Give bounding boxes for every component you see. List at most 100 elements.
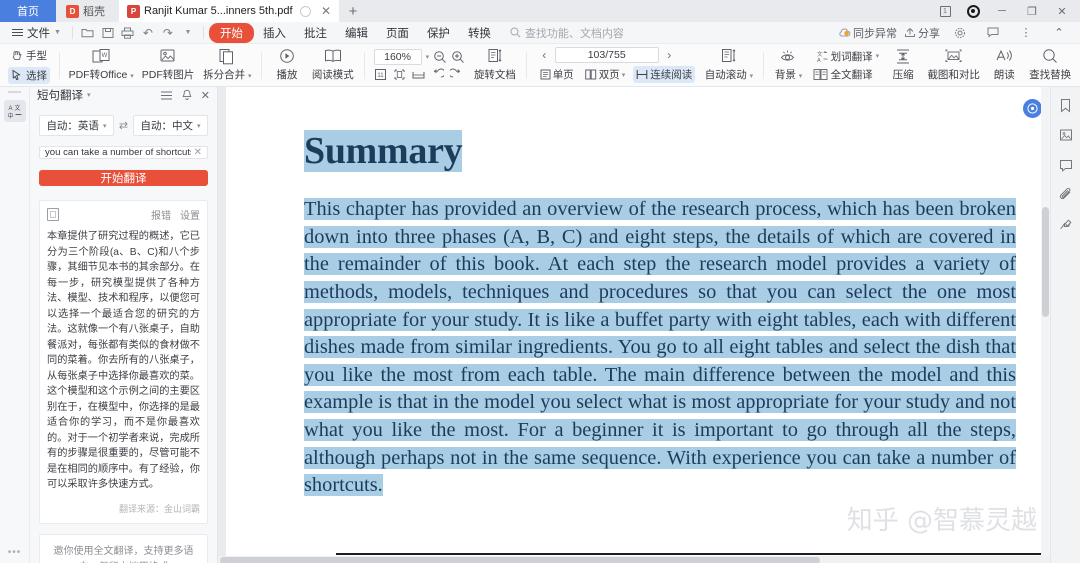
settings-gear-icon[interactable] <box>947 22 973 44</box>
hand-tool-button[interactable]: 手型 <box>8 47 50 64</box>
vertical-scrollbar[interactable] <box>1041 87 1050 556</box>
pdf-to-image-button[interactable]: PDF转图片 <box>137 48 198 82</box>
signature-icon[interactable] <box>1058 217 1074 233</box>
chevron-down-icon[interactable]: ▾ <box>87 91 91 99</box>
double-page-button[interactable]: 双页 ▾ <box>582 66 629 83</box>
prev-page-button[interactable]: ‹ <box>537 48 552 62</box>
zoom-level-input[interactable]: 160% <box>373 49 422 65</box>
history-icon[interactable] <box>160 90 173 101</box>
rail-handle[interactable] <box>8 91 21 93</box>
split-merge-label: 拆分合并 <box>203 69 246 81</box>
document-viewer[interactable]: Summary This chapter has provided an ove… <box>218 87 1050 563</box>
clear-input-icon[interactable]: ✕ <box>194 147 202 158</box>
pdf-to-office-button[interactable]: W PDF转Office ▾ <box>65 48 138 82</box>
zoom-out-icon[interactable] <box>433 51 447 64</box>
translate-source-input[interactable]: you can take a number of shortcuts. ✕ <box>39 146 208 159</box>
print-icon[interactable] <box>118 24 138 42</box>
record-icon[interactable] <box>960 0 986 22</box>
vertical-scroll-thumb[interactable] <box>1042 207 1049 317</box>
open-folder-icon[interactable] <box>78 24 98 42</box>
undo-icon[interactable]: ↶ <box>138 24 158 42</box>
collapse-ribbon-icon[interactable]: ⌃ <box>1046 22 1072 44</box>
assistant-icon[interactable] <box>1023 99 1042 118</box>
find-replace-button[interactable]: 查找替换 <box>1024 48 1076 82</box>
comment-icon[interactable] <box>1058 157 1074 173</box>
save-icon[interactable] <box>98 24 118 42</box>
minimize-button[interactable]: ─ <box>988 0 1016 22</box>
ribbon-tab-start[interactable]: 开始 <box>208 22 254 43</box>
tab-close-icon[interactable]: ✕ <box>320 5 333 17</box>
chevron-down-icon: ▾ <box>248 73 252 80</box>
auto-scroll-button[interactable]: 自动滚动 ▾ <box>700 48 758 82</box>
panel-icon[interactable]: 1 <box>932 0 958 22</box>
share-button[interactable]: 分享 <box>904 25 940 41</box>
attachment-icon[interactable] <box>1058 187 1074 203</box>
rotate-left-icon[interactable] <box>431 68 445 81</box>
rotate-right-icon[interactable] <box>450 68 464 81</box>
notify-bell-icon[interactable] <box>181 89 193 101</box>
full-translate-label: 全文翻译 <box>830 68 873 81</box>
zoom-in-icon[interactable] <box>451 51 465 64</box>
rail-more-button[interactable]: ••• <box>0 547 29 558</box>
fit-page-icon[interactable]: 11 <box>374 68 388 81</box>
chevron-down-icon[interactable]: ▾ <box>426 53 430 61</box>
tab-document[interactable]: P Ranjit Kumar 5...inners 5th.pdf ✕ <box>119 0 339 22</box>
next-page-button[interactable]: › <box>662 48 677 62</box>
maximize-button[interactable]: ❐ <box>1018 0 1046 22</box>
ribbon-tab-insert[interactable]: 插入 <box>254 24 295 42</box>
play-icon <box>278 48 296 65</box>
word-translate-icon: 文A <box>817 50 828 63</box>
ribbon-tab-convert[interactable]: 转换 <box>459 24 500 42</box>
continuous-read-button[interactable]: 连续阅读 <box>633 66 696 83</box>
tab-home[interactable]: 首页 <box>0 0 56 22</box>
sync-status-button[interactable]: 同步异常 <box>838 25 897 41</box>
target-language-select[interactable]: 自动：中文 ▾ <box>133 115 208 136</box>
new-tab-button[interactable]: + <box>338 0 368 22</box>
redo-icon[interactable]: ↷ <box>158 24 178 42</box>
split-merge-button[interactable]: 拆分合并 ▾ <box>199 48 257 82</box>
horizontal-scrollbar[interactable] <box>218 556 1050 563</box>
close-window-button[interactable]: ✕ <box>1048 0 1076 22</box>
find-replace-label: 查找替换 <box>1029 69 1072 81</box>
tab-docer[interactable]: D 稻壳 <box>56 0 119 22</box>
source-language-select[interactable]: 自动：英语 ▾ <box>39 115 114 136</box>
page-number-input[interactable]: 103/755 <box>554 47 659 63</box>
translate-settings-link[interactable]: 设置 <box>180 207 200 222</box>
full-translate-button[interactable]: 全文翻译 <box>813 67 880 82</box>
screenshot-compare-button[interactable]: 截图和对比 <box>923 48 984 82</box>
select-tool-button[interactable]: 选择 <box>8 66 50 84</box>
word-translate-button[interactable]: 文A 划词翻译 ▾ <box>813 49 880 64</box>
fit-width-icon[interactable] <box>393 68 407 81</box>
single-page-button[interactable]: 单页 <box>537 66 577 83</box>
horizontal-scroll-thumb[interactable] <box>220 557 820 563</box>
thumbnail-icon[interactable] <box>1058 127 1074 143</box>
background-button[interactable]: 背景 ▾ <box>769 48 809 82</box>
promo-text: 邀你使用全文翻译，支持更多语言；保留文档原格式 <box>53 545 194 563</box>
play-button[interactable]: 播放 <box>267 48 307 82</box>
ribbon-tab-edit[interactable]: 编辑 <box>336 24 377 42</box>
file-menu-button[interactable]: 文件 ▼ <box>6 25 67 41</box>
more-icon[interactable]: ⋮ <box>1013 22 1039 44</box>
feedback-icon[interactable] <box>980 22 1006 44</box>
ribbon-tab-page[interactable]: 页面 <box>377 24 418 42</box>
document-page[interactable]: Summary This chapter has provided an ove… <box>226 87 1050 563</box>
swap-lang-icon[interactable]: ⇄ <box>119 119 128 132</box>
watermark: 知乎 @智慕灵越 <box>846 506 1037 536</box>
search-input[interactable]: 查找功能、文档内容 <box>510 25 624 41</box>
ribbon-tab-annotate[interactable]: 批注 <box>295 24 336 42</box>
read-aloud-button[interactable]: 朗读 <box>984 48 1024 82</box>
ribbon-tab-protect[interactable]: 保护 <box>418 24 459 42</box>
read-mode-label: 阅读模式 <box>311 69 354 81</box>
customize-icon[interactable]: ▼ <box>178 24 198 42</box>
bookmark-icon[interactable] <box>1058 97 1074 113</box>
start-translate-button[interactable]: 开始翻译 <box>39 170 208 186</box>
pdf-to-office-icon: W <box>92 48 111 65</box>
fit-visible-icon[interactable] <box>412 68 426 81</box>
compress-button[interactable]: 压缩 <box>883 48 923 82</box>
close-icon[interactable]: ✕ <box>201 89 210 102</box>
rotate-document-button[interactable]: 旋转文档 <box>469 48 521 82</box>
translate-panel-toggle[interactable]: A文中 <box>3 100 26 122</box>
read-mode-button[interactable]: 阅读模式 <box>307 48 359 82</box>
report-error-link[interactable]: 报错 <box>151 207 171 222</box>
copy-icon[interactable] <box>47 208 59 221</box>
